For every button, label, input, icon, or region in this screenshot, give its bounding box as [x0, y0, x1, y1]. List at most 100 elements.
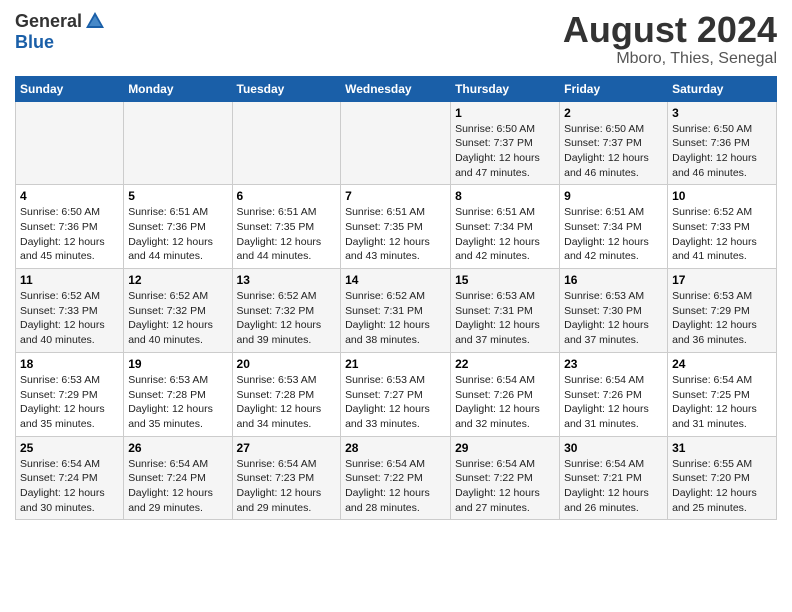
- table-row: 21 Sunrise: 6:53 AMSunset: 7:27 PMDayligh…: [341, 352, 451, 436]
- day-info: Sunrise: 6:54 AMSunset: 7:22 PMDaylight:…: [455, 457, 555, 516]
- day-number: 21: [345, 357, 446, 371]
- day-number: 7: [345, 189, 446, 203]
- calendar-week-row: 25Sunrise: 6:54 AMSunset: 7:24 PMDayligh…: [16, 436, 777, 520]
- calendar-header-row: Sunday Monday Tuesday Wednesday Thursday…: [16, 76, 777, 101]
- day-number: 27: [237, 441, 337, 455]
- day-info: Sunrise: 6:51 AMSunset: 7:36 PMDaylight:…: [128, 205, 227, 264]
- day-info: Sunrise: 6:50 AMSunset: 7:36 PMDaylight:…: [672, 122, 772, 181]
- table-row: 6 Sunrise: 6:51 AMSunset: 7:35 PMDaylight…: [232, 185, 341, 269]
- day-info: Sunrise: 6:51 AMSunset: 7:35 PMDaylight:…: [237, 205, 337, 264]
- day-number: 10: [672, 189, 772, 203]
- day-info: Sunrise: 6:53 AMSunset: 7:29 PMDaylight:…: [20, 373, 119, 432]
- logo-general: General: [15, 11, 82, 32]
- table-row: 3 Sunrise: 6:50 AMSunset: 7:36 PMDaylight…: [668, 101, 777, 185]
- day-number: 1: [455, 106, 555, 120]
- table-row: [341, 101, 451, 185]
- col-saturday: Saturday: [668, 76, 777, 101]
- day-info: Sunrise: 6:53 AMSunset: 7:31 PMDaylight:…: [455, 289, 555, 348]
- table-row: 24 Sunrise: 6:54 AMSunset: 7:25 PMDayligh…: [668, 352, 777, 436]
- day-number: 24: [672, 357, 772, 371]
- calendar-table: Sunday Monday Tuesday Wednesday Thursday…: [15, 76, 777, 521]
- day-info: Sunrise: 6:53 AMSunset: 7:27 PMDaylight:…: [345, 373, 446, 432]
- day-info: Sunrise: 6:51 AMSunset: 7:35 PMDaylight:…: [345, 205, 446, 264]
- page-subtitle: Mboro, Thies, Senegal: [563, 50, 777, 68]
- day-number: 9: [564, 189, 663, 203]
- day-number: 23: [564, 357, 663, 371]
- day-info: Sunrise: 6:54 AMSunset: 7:25 PMDaylight:…: [672, 373, 772, 432]
- day-number: 18: [20, 357, 119, 371]
- table-row: 8Sunrise: 6:51 AMSunset: 7:34 PMDaylight…: [451, 185, 560, 269]
- logo-icon: [84, 10, 106, 32]
- day-info: Sunrise: 6:54 AMSunset: 7:21 PMDaylight:…: [564, 457, 663, 516]
- day-info: Sunrise: 6:54 AMSunset: 7:23 PMDaylight:…: [237, 457, 337, 516]
- col-thursday: Thursday: [451, 76, 560, 101]
- day-number: 22: [455, 357, 555, 371]
- table-row: 9 Sunrise: 6:51 AMSunset: 7:34 PMDaylight…: [560, 185, 668, 269]
- title-block: August 2024 Mboro, Thies, Senegal: [563, 10, 777, 68]
- day-info: Sunrise: 6:50 AMSunset: 7:36 PMDaylight:…: [20, 205, 119, 264]
- table-row: 26Sunrise: 6:54 AMSunset: 7:24 PMDayligh…: [124, 436, 232, 520]
- day-number: 19: [128, 357, 227, 371]
- calendar-week-row: 11 Sunrise: 6:52 AMSunset: 7:33 PMDayligh…: [16, 269, 777, 353]
- day-number: 17: [672, 273, 772, 287]
- day-number: 11: [20, 273, 119, 287]
- day-number: 30: [564, 441, 663, 455]
- col-sunday: Sunday: [16, 76, 124, 101]
- table-row: 31Sunrise: 6:55 AMSunset: 7:20 PMDayligh…: [668, 436, 777, 520]
- day-info: Sunrise: 6:52 AMSunset: 7:33 PMDaylight:…: [672, 205, 772, 264]
- table-row: 1 Sunrise: 6:50 AMSunset: 7:37 PMDaylight…: [451, 101, 560, 185]
- day-number: 13: [237, 273, 337, 287]
- page-header: General Blue August 2024 Mboro, Thies, S…: [15, 10, 777, 68]
- day-info: Sunrise: 6:54 AMSunset: 7:24 PMDaylight:…: [20, 457, 119, 516]
- day-number: 28: [345, 441, 446, 455]
- table-row: [124, 101, 232, 185]
- calendar-week-row: 1 Sunrise: 6:50 AMSunset: 7:37 PMDaylight…: [16, 101, 777, 185]
- calendar-week-row: 18 Sunrise: 6:53 AMSunset: 7:29 PMDayligh…: [16, 352, 777, 436]
- day-info: Sunrise: 6:50 AMSunset: 7:37 PMDaylight:…: [564, 122, 663, 181]
- table-row: 25Sunrise: 6:54 AMSunset: 7:24 PMDayligh…: [16, 436, 124, 520]
- table-row: 7 Sunrise: 6:51 AMSunset: 7:35 PMDaylight…: [341, 185, 451, 269]
- table-row: 29Sunrise: 6:54 AMSunset: 7:22 PMDayligh…: [451, 436, 560, 520]
- table-row: 30 Sunrise: 6:54 AMSunset: 7:21 PMDayligh…: [560, 436, 668, 520]
- day-info: Sunrise: 6:55 AMSunset: 7:20 PMDaylight:…: [672, 457, 772, 516]
- day-info: Sunrise: 6:54 AMSunset: 7:26 PMDaylight:…: [564, 373, 663, 432]
- table-row: 14 Sunrise: 6:52 AMSunset: 7:31 PMDayligh…: [341, 269, 451, 353]
- col-tuesday: Tuesday: [232, 76, 341, 101]
- table-row: 12 Sunrise: 6:52 AMSunset: 7:32 PMDayligh…: [124, 269, 232, 353]
- day-info: Sunrise: 6:53 AMSunset: 7:28 PMDaylight:…: [237, 373, 337, 432]
- logo-blue: Blue: [15, 32, 54, 53]
- day-info: Sunrise: 6:53 AMSunset: 7:28 PMDaylight:…: [128, 373, 227, 432]
- day-number: 6: [237, 189, 337, 203]
- day-number: 14: [345, 273, 446, 287]
- day-info: Sunrise: 6:53 AMSunset: 7:30 PMDaylight:…: [564, 289, 663, 348]
- day-info: Sunrise: 6:54 AMSunset: 7:22 PMDaylight:…: [345, 457, 446, 516]
- table-row: 19 Sunrise: 6:53 AMSunset: 7:28 PMDayligh…: [124, 352, 232, 436]
- table-row: 4 Sunrise: 6:50 AMSunset: 7:36 PMDaylight…: [16, 185, 124, 269]
- day-number: 12: [128, 273, 227, 287]
- day-info: Sunrise: 6:51 AMSunset: 7:34 PMDaylight:…: [564, 205, 663, 264]
- logo: General Blue: [15, 10, 106, 53]
- table-row: [16, 101, 124, 185]
- table-row: 13Sunrise: 6:52 AMSunset: 7:32 PMDayligh…: [232, 269, 341, 353]
- day-number: 15: [455, 273, 555, 287]
- table-row: 22 Sunrise: 6:54 AMSunset: 7:26 PMDayligh…: [451, 352, 560, 436]
- day-info: Sunrise: 6:52 AMSunset: 7:31 PMDaylight:…: [345, 289, 446, 348]
- day-info: Sunrise: 6:51 AMSunset: 7:34 PMDaylight:…: [455, 205, 555, 264]
- day-number: 3: [672, 106, 772, 120]
- table-row: 11 Sunrise: 6:52 AMSunset: 7:33 PMDayligh…: [16, 269, 124, 353]
- table-row: 10 Sunrise: 6:52 AMSunset: 7:33 PMDayligh…: [668, 185, 777, 269]
- day-info: Sunrise: 6:50 AMSunset: 7:37 PMDaylight:…: [455, 122, 555, 181]
- day-number: 2: [564, 106, 663, 120]
- day-info: Sunrise: 6:52 AMSunset: 7:32 PMDaylight:…: [128, 289, 227, 348]
- day-number: 4: [20, 189, 119, 203]
- col-wednesday: Wednesday: [341, 76, 451, 101]
- day-info: Sunrise: 6:54 AMSunset: 7:26 PMDaylight:…: [455, 373, 555, 432]
- calendar-week-row: 4 Sunrise: 6:50 AMSunset: 7:36 PMDaylight…: [16, 185, 777, 269]
- table-row: 27 Sunrise: 6:54 AMSunset: 7:23 PMDayligh…: [232, 436, 341, 520]
- table-row: 17Sunrise: 6:53 AMSunset: 7:29 PMDayligh…: [668, 269, 777, 353]
- day-number: 26: [128, 441, 227, 455]
- col-monday: Monday: [124, 76, 232, 101]
- day-info: Sunrise: 6:52 AMSunset: 7:33 PMDaylight:…: [20, 289, 119, 348]
- day-number: 16: [564, 273, 663, 287]
- table-row: 5Sunrise: 6:51 AMSunset: 7:36 PMDaylight…: [124, 185, 232, 269]
